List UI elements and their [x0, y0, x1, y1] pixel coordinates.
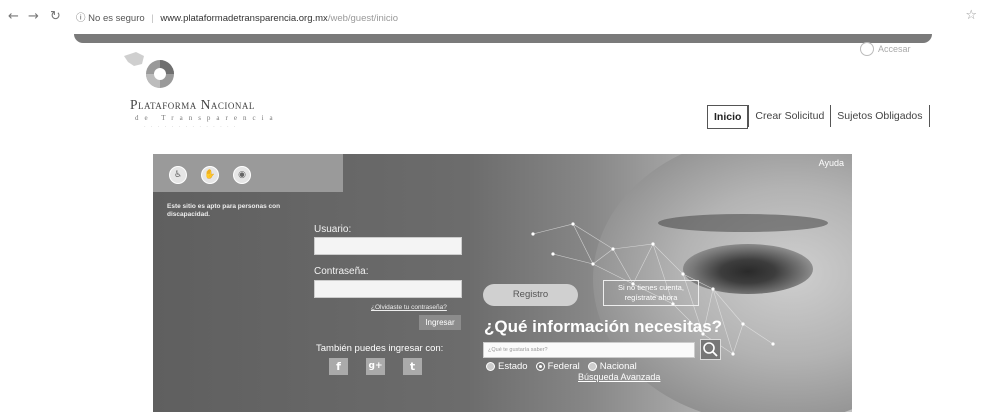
info-icon: ⓘ	[76, 13, 86, 24]
scope-nacional-label: Nacional	[599, 361, 637, 372]
wheelchair-icon[interactable]: ♿	[169, 166, 187, 184]
accessibility-note: Este sitio es apto para personas con dis…	[167, 203, 281, 218]
pnt-logo-icon[interactable]	[120, 50, 184, 94]
accessibility-link[interactable]: Accesar	[860, 42, 911, 56]
tab-inicio[interactable]: Inicio	[707, 105, 749, 129]
brand-wordmark: Plataforma Nacional de Transparencia · ·…	[130, 97, 279, 130]
address-bar[interactable]: ⓘ No es seguro | www.plataformadetranspa…	[76, 10, 398, 24]
search-input[interactable]: ¿Qué te gustaría saber?	[483, 342, 695, 358]
forward-arrow-icon[interactable]: →	[28, 9, 39, 24]
url-domain: www.plataformadetransparencia.org.mx	[160, 13, 328, 24]
scope-estado[interactable]: Estado	[486, 361, 528, 372]
radio-estado[interactable]	[486, 362, 495, 371]
radio-nacional[interactable]	[587, 362, 597, 371]
password-label: Contraseña:	[314, 266, 369, 277]
bookmark-star-icon[interactable]: ☆	[965, 8, 977, 23]
accessibility-icon	[860, 42, 874, 56]
user-input[interactable]	[314, 237, 462, 255]
security-label: No es seguro	[88, 13, 145, 24]
forgot-password-link[interactable]: ¿Olvidaste tu contraseña?	[371, 304, 447, 311]
scope-nacional[interactable]: Nacional	[587, 361, 637, 372]
back-arrow-icon[interactable]: ←	[8, 9, 19, 24]
password-input[interactable]	[314, 280, 462, 298]
facebook-icon[interactable]: f	[329, 358, 348, 375]
browser-toolbar: ← → ↻ ⓘ No es seguro | www.plataformadet…	[0, 0, 997, 32]
scope-federal[interactable]: Federal	[535, 361, 580, 372]
sign-language-icon[interactable]: ✋	[201, 166, 219, 184]
scope-estado-label: Estado	[498, 361, 528, 372]
brand-line-1: Plataforma Nacional	[130, 97, 255, 112]
hero-banner: ♿ ✋ ◉ Este sitio es apto para personas c…	[153, 154, 852, 412]
advanced-search-link[interactable]: Búsqueda Avanzada	[578, 372, 660, 382]
accessibility-label: Accesar	[878, 44, 911, 54]
search-scope-group: Estado Federal Nacional	[486, 361, 637, 372]
register-hint[interactable]: Si no tienes cuenta, regístrate ahora	[603, 280, 699, 306]
brand-line-2: de Transparencia	[135, 114, 279, 122]
user-label: Usuario:	[314, 224, 352, 235]
accessibility-panel: ♿ ✋ ◉	[153, 154, 343, 192]
tab-sujetos-obligados[interactable]: Sujetos Obligados	[830, 105, 930, 127]
google-plus-icon[interactable]: g+	[366, 358, 385, 375]
url-path: /web/guest/inicio	[327, 13, 399, 24]
top-stripe	[74, 34, 932, 43]
main-nav: Inicio Crear Solicitud Sujetos Obligados	[707, 105, 930, 129]
help-link[interactable]: Ayuda	[819, 158, 844, 168]
scope-federal-label: Federal	[547, 361, 580, 372]
search-heading: ¿Qué información necesitas?	[484, 317, 723, 336]
login-button[interactable]: Ingresar	[419, 315, 461, 330]
twitter-icon[interactable]: t	[403, 358, 422, 375]
tab-crear-solicitud[interactable]: Crear Solicitud	[748, 105, 831, 127]
register-button[interactable]: Registro	[483, 284, 578, 306]
search-button[interactable]	[700, 339, 721, 360]
brand-line-3: · · · · · · · · · · · · · ·	[144, 125, 238, 130]
radio-federal[interactable]	[535, 362, 545, 371]
search-icon	[703, 342, 718, 357]
low-vision-icon[interactable]: ◉	[233, 166, 251, 184]
reload-icon[interactable]: ↻	[50, 9, 61, 24]
social-login-label: También puedes ingresar con:	[316, 343, 444, 354]
